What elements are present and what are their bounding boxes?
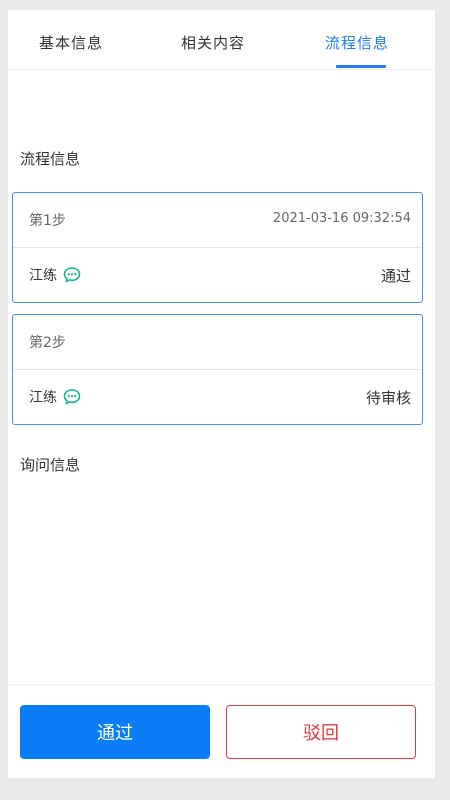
active-tab-indicator [336,65,386,68]
approve-button[interactable]: 通过 [20,705,210,759]
tab-bar: 基本信息 相关内容 流程信息 [8,10,435,70]
person-name: 江练 [29,268,57,284]
step-card-1: 第1步 2021-03-16 09:32:54 江练 通过 [12,192,423,303]
step-header: 第1步 2021-03-16 09:32:54 [13,193,422,248]
step-body: 江练 待审核 [13,370,422,425]
tab-process-info[interactable]: 流程信息 [325,32,389,53]
step-person: 江练 [29,265,81,285]
step-header: 第2步 [13,315,422,370]
inquiry-section-title: 询问信息 [20,456,81,474]
reject-button[interactable]: 驳回 [226,705,416,759]
step-body: 江练 通过 [13,248,422,303]
chat-bubble-icon[interactable] [63,388,81,406]
step-status: 待审核 [365,389,411,407]
step-name: 第1步 [29,213,66,229]
step-timestamp: 2021-03-16 09:32:54 [272,211,411,226]
step-person: 江练 [29,387,81,407]
step-card-2: 第2步 江练 待审核 [12,314,423,425]
tab-related-content[interactable]: 相关内容 [181,32,245,53]
chat-bubble-icon[interactable] [63,266,81,284]
tab-basic-info[interactable]: 基本信息 [39,32,103,53]
person-name: 江练 [29,390,57,406]
process-section-title: 流程信息 [20,150,81,168]
action-bar: 通过 驳回 [8,684,435,778]
step-status: 通过 [380,267,411,285]
app-screen: 基本信息 相关内容 流程信息 流程信息 第1步 2021-03-16 09:32… [8,10,435,778]
step-name: 第2步 [29,335,66,351]
